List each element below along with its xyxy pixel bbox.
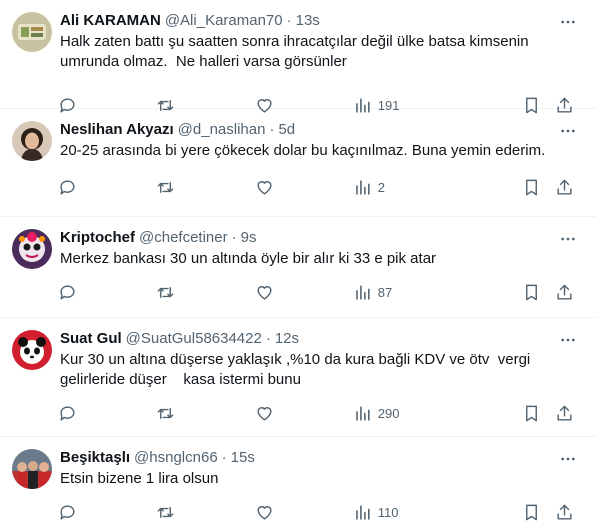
tweet-header: Kriptochef @chefcetiner · 9s (60, 227, 580, 247)
avatar[interactable] (12, 449, 52, 489)
action-bar: 87 (58, 273, 580, 311)
tweet-header: Suat Gul @SuatGul58634422 · 12s (60, 328, 580, 348)
author-handle[interactable]: @Ali_Karaman70 (165, 12, 283, 29)
tweet[interactable]: Kriptochef @chefcetiner · 9s Merkez bank… (0, 217, 596, 318)
views-counter[interactable]: 110 (353, 503, 443, 522)
author-name[interactable]: Suat Gul (60, 330, 122, 347)
tweet[interactable]: Ali KARAMAN @Ali_Karaman70 · 13s Halk za… (0, 0, 596, 113)
action-bar: 2 (58, 168, 580, 206)
timestamp[interactable]: 12s (275, 330, 299, 347)
reply-icon[interactable] (58, 283, 77, 302)
views-icon (355, 284, 370, 300)
tweet-feed: Ali KARAMAN @Ali_Karaman70 · 13s Halk za… (0, 0, 596, 531)
tweet-text: Etsin bizene 1 lira olsun (60, 470, 219, 487)
views-icon (355, 179, 370, 195)
tweet[interactable]: Neslihan Akyazı @d_naslihan · 5d 20-25 a… (0, 109, 596, 217)
more-dots-icon[interactable] (558, 12, 578, 32)
retweet-icon[interactable] (156, 283, 175, 302)
author-handle[interactable]: @d_naslihan (178, 121, 266, 138)
views-count: 87 (377, 284, 393, 300)
timestamp[interactable]: 5d (278, 121, 295, 138)
bookmark-icon[interactable] (522, 283, 541, 302)
views-counter[interactable]: 87 (353, 283, 443, 302)
action-bar: 110 (58, 493, 580, 531)
separator-dot: · (221, 448, 227, 466)
author-handle[interactable]: @hsnglcn66 (134, 449, 218, 466)
timestamp[interactable]: 15s (231, 449, 255, 466)
more-dots-icon[interactable] (558, 121, 578, 141)
views-icon (355, 504, 370, 520)
action-bar: 290 (58, 394, 580, 432)
author-name[interactable]: Ali KARAMAN (60, 12, 161, 29)
author-name[interactable]: Beşiktaşlı (60, 449, 130, 466)
tweet[interactable]: Beşiktaşlı @hsnglcn66 · 15s Etsin bizene… (0, 437, 596, 531)
reply-icon[interactable] (58, 404, 77, 423)
views-count: 290 (377, 405, 400, 421)
share-icon[interactable] (555, 503, 574, 522)
tweet-text: Merkez bankası 30 un altında öyle bir al… (60, 250, 437, 267)
separator-dot: · (286, 11, 292, 29)
more-dots-icon[interactable] (558, 449, 578, 469)
author-name[interactable]: Kriptochef (60, 229, 135, 246)
separator-dot: · (231, 228, 237, 246)
retweet-icon[interactable] (156, 178, 175, 197)
bookmark-icon[interactable] (522, 404, 541, 423)
separator-dot: · (269, 120, 275, 138)
views-icon (355, 405, 370, 421)
avatar[interactable] (12, 12, 52, 52)
tweet-text: Kur 30 un altına düşerse yaklaşık ,%10 d… (60, 351, 535, 388)
retweet-icon[interactable] (156, 404, 175, 423)
more-dots-icon[interactable] (558, 229, 578, 249)
reply-icon[interactable] (58, 178, 77, 197)
tweet[interactable]: Suat Gul @SuatGul58634422 · 12s Kur 30 u… (0, 318, 596, 437)
share-icon[interactable] (555, 283, 574, 302)
views-count: 110 (377, 504, 399, 520)
share-icon[interactable] (555, 178, 574, 197)
views-counter[interactable]: 290 (353, 404, 443, 423)
like-icon[interactable] (255, 178, 274, 197)
tweet-text: 20-25 arasında bi yere çökecek dolar bu … (60, 142, 546, 159)
tweet-header: Neslihan Akyazı @d_naslihan · 5d (60, 119, 580, 139)
timestamp[interactable]: 9s (241, 229, 257, 246)
more-dots-icon[interactable] (558, 330, 578, 350)
views-counter[interactable]: 2 (353, 178, 443, 197)
like-icon[interactable] (255, 503, 274, 522)
author-handle[interactable]: @chefcetiner (139, 229, 228, 246)
tweet-header: Beşiktaşlı @hsnglcn66 · 15s (60, 447, 580, 467)
like-icon[interactable] (255, 404, 274, 423)
tweet-text: Halk zaten battı şu saatten sonra ihraca… (60, 33, 533, 70)
separator-dot: · (265, 329, 271, 347)
avatar[interactable] (12, 229, 52, 269)
views-count: 2 (377, 179, 385, 195)
retweet-icon[interactable] (156, 503, 175, 522)
avatar[interactable] (12, 330, 52, 370)
share-icon[interactable] (555, 404, 574, 423)
like-icon[interactable] (255, 283, 274, 302)
author-handle[interactable]: @SuatGul58634422 (126, 330, 262, 347)
bookmark-icon[interactable] (522, 503, 541, 522)
bookmark-icon[interactable] (522, 178, 541, 197)
tweet-header: Ali KARAMAN @Ali_Karaman70 · 13s (60, 10, 580, 30)
author-name[interactable]: Neslihan Akyazı (60, 121, 174, 138)
timestamp[interactable]: 13s (296, 12, 320, 29)
reply-icon[interactable] (58, 503, 77, 522)
avatar[interactable] (12, 121, 52, 161)
